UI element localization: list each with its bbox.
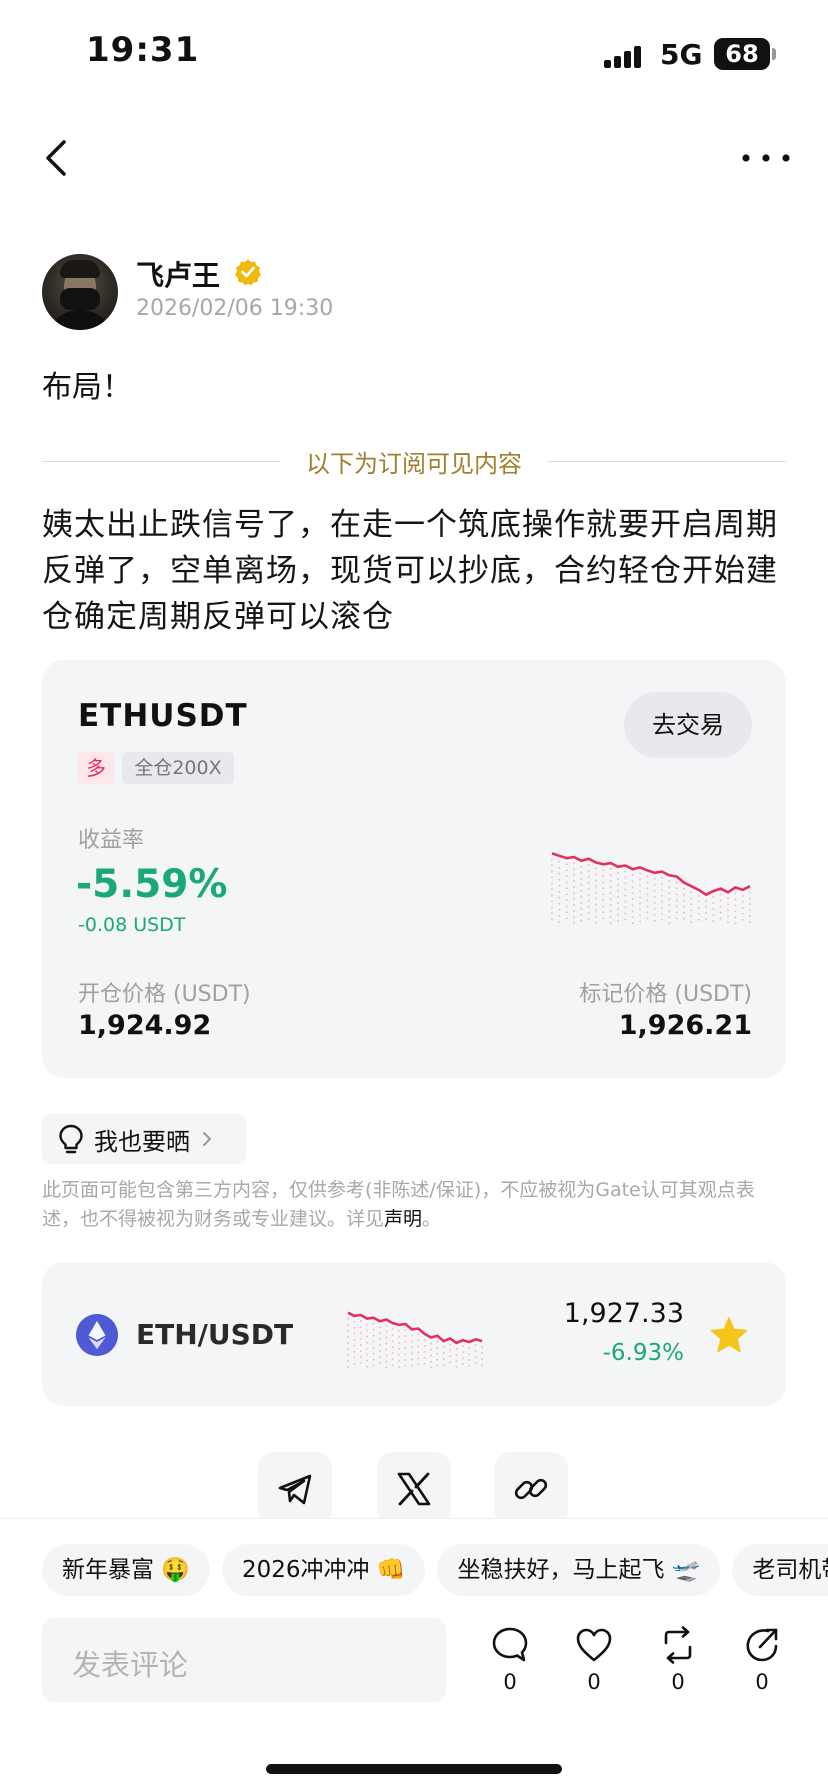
x-icon: [397, 1472, 431, 1506]
quick-comment-chip[interactable]: 2026冲冲冲 👊: [221, 1544, 426, 1596]
share-x-button[interactable]: [377, 1452, 451, 1526]
repost-icon: [664, 1626, 692, 1664]
share-icon: [746, 1628, 778, 1662]
like-count: 0: [587, 1670, 601, 1694]
network-label: 5G: [660, 38, 703, 71]
market-sparkline: [347, 1311, 483, 1369]
post-short-text: 布局！: [42, 370, 132, 405]
link-icon: [514, 1478, 548, 1500]
disclaimer: 此页面可能包含第三方内容，仅供参考(非陈述/保证)，不应被视为Gate认可其观点…: [42, 1176, 786, 1234]
comment-action[interactable]: 0: [484, 1626, 536, 1694]
status-time: 19:31: [86, 30, 200, 70]
quick-comment-chip[interactable]: 老司机带带我: [732, 1544, 828, 1596]
more-button[interactable]: [736, 136, 796, 180]
eth-icon: [76, 1314, 118, 1356]
position-sparkline: [551, 852, 751, 925]
open-price: 1,924.92: [78, 1010, 212, 1041]
share-link-button[interactable]: [494, 1452, 568, 1526]
market-sparkline-line: [347, 1311, 483, 1345]
market-price: 1,927.33: [563, 1298, 684, 1329]
disclaimer-link[interactable]: 声明: [384, 1208, 422, 1230]
trade-button[interactable]: 去交易: [624, 692, 752, 758]
avatar[interactable]: [42, 254, 118, 330]
market-change: -6.93%: [602, 1340, 684, 1366]
market-sparkline-line-fill: [347, 1317, 483, 1369]
share-count: 0: [755, 1670, 769, 1694]
post-body-text: 姨太出止跌信号了，在走一个筑底操作就要开启周期反弹了，空单离场，现货可以抄底，合…: [42, 507, 778, 635]
quick-comment-chip[interactable]: 坐稳扶好，马上起飞 🛫: [437, 1544, 721, 1596]
star-icon[interactable]: [710, 1316, 748, 1354]
mark-price: 1,926.21: [618, 1010, 752, 1041]
pnl-label: 收益率: [78, 828, 145, 853]
repost-action[interactable]: 0: [652, 1626, 704, 1694]
leverage-tag: 全仓200X: [122, 752, 234, 784]
open-price-label: 开仓价格 (USDT): [78, 982, 251, 1007]
share-action[interactable]: 0: [736, 1626, 788, 1694]
position-sparkline-line-fill: [551, 858, 751, 925]
disclaimer-suffix: 。: [422, 1208, 442, 1230]
heart-icon: [576, 1628, 612, 1662]
pnl-percent: -5.59%: [76, 862, 228, 907]
pnl-amount: -0.08 USDT: [78, 914, 186, 936]
side-tag: 多: [78, 752, 114, 784]
chevron-left-icon: [46, 140, 66, 176]
verified-badge-icon: [235, 259, 261, 286]
share-chip-label: 我也要晒: [94, 1127, 190, 1156]
chevron-right-icon: [203, 1132, 211, 1146]
position-sparkline-line: [551, 852, 751, 897]
signal-icon: [604, 42, 648, 68]
comment-placeholder: 发表评论: [72, 1648, 189, 1682]
share-position-chip[interactable]: 我也要晒: [42, 1114, 246, 1164]
post-date: 2026/02/06 19:30: [136, 296, 334, 321]
like-action[interactable]: 0: [568, 1626, 620, 1694]
share-telegram-button[interactable]: [258, 1452, 332, 1526]
author-name[interactable]: 飞卢王: [136, 254, 220, 294]
battery-tip: [772, 48, 776, 60]
home-indicator: [266, 1764, 562, 1774]
mark-price-label: 标记价格 (USDT): [579, 982, 752, 1007]
battery-icon: 68: [714, 38, 770, 70]
comment-count: 0: [503, 1670, 517, 1694]
subscription-divider: 以下为订阅可见内容: [42, 446, 786, 478]
quick-comment-chips: 新年暴富 🤑 2026冲冲冲 👊 坐稳扶好，马上起飞 🛫 老司机带带我: [42, 1544, 828, 1596]
subscription-divider-label: 以下为订阅可见内容: [306, 449, 522, 478]
ellipsis-icon: [742, 154, 790, 162]
repost-count: 0: [671, 1670, 685, 1694]
comment-icon: [492, 1627, 528, 1662]
lightbulb-icon: [59, 1124, 83, 1154]
quick-comment-chip[interactable]: 新年暴富 🤑: [42, 1544, 210, 1596]
market-pair: ETH/USDT: [136, 1318, 294, 1351]
back-button[interactable]: [40, 136, 76, 180]
position-symbol: ETHUSDT: [78, 698, 248, 734]
telegram-icon: [278, 1474, 312, 1505]
